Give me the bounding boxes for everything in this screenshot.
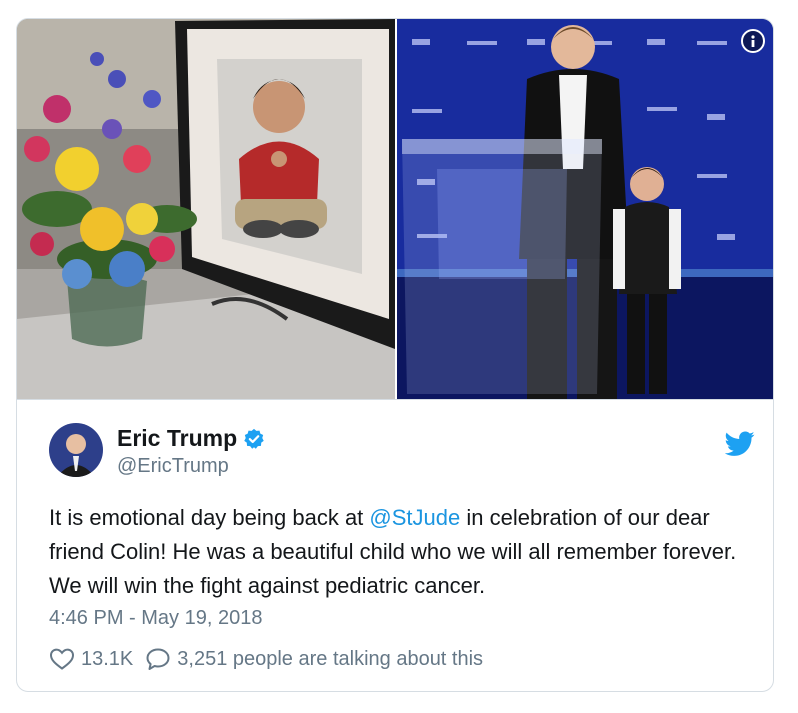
- media-photo-memorial[interactable]: [17, 19, 395, 399]
- tweet-header: Eric Trump @EricTrump: [49, 421, 755, 481]
- mention-link[interactable]: @StJude: [369, 505, 460, 530]
- twitter-bird-icon[interactable]: [725, 431, 755, 457]
- tweet-media: [17, 19, 773, 400]
- heart-icon: [49, 648, 75, 670]
- reply-button[interactable]: 3,251 people are talking about this: [145, 647, 483, 671]
- user-handle[interactable]: @EricTrump: [117, 455, 229, 478]
- like-count: 13.1K: [81, 647, 134, 670]
- avatar[interactable]: [49, 423, 103, 477]
- info-icon[interactable]: [741, 29, 765, 53]
- speech-bubble-icon: [146, 648, 170, 670]
- verified-badge-icon: [244, 428, 264, 449]
- tweet-actions: 13.1K 3,251 people are talking about thi…: [49, 647, 483, 671]
- like-button[interactable]: 13.1K: [49, 647, 133, 671]
- tweet-timestamp[interactable]: 4:46 PM - May 19, 2018: [49, 607, 262, 630]
- media-photo-podium[interactable]: [397, 19, 773, 399]
- display-name[interactable]: Eric Trump: [117, 425, 237, 452]
- name-row: Eric Trump: [117, 425, 265, 452]
- tweet-text: It is emotional day being back at @StJud…: [49, 501, 761, 603]
- talking-count: 3,251 people are talking about this: [177, 647, 484, 670]
- tweet-card: Eric Trump @EricTrump It is emotional da…: [16, 18, 774, 692]
- tweet-text-part: It is emotional day being back at: [49, 505, 370, 530]
